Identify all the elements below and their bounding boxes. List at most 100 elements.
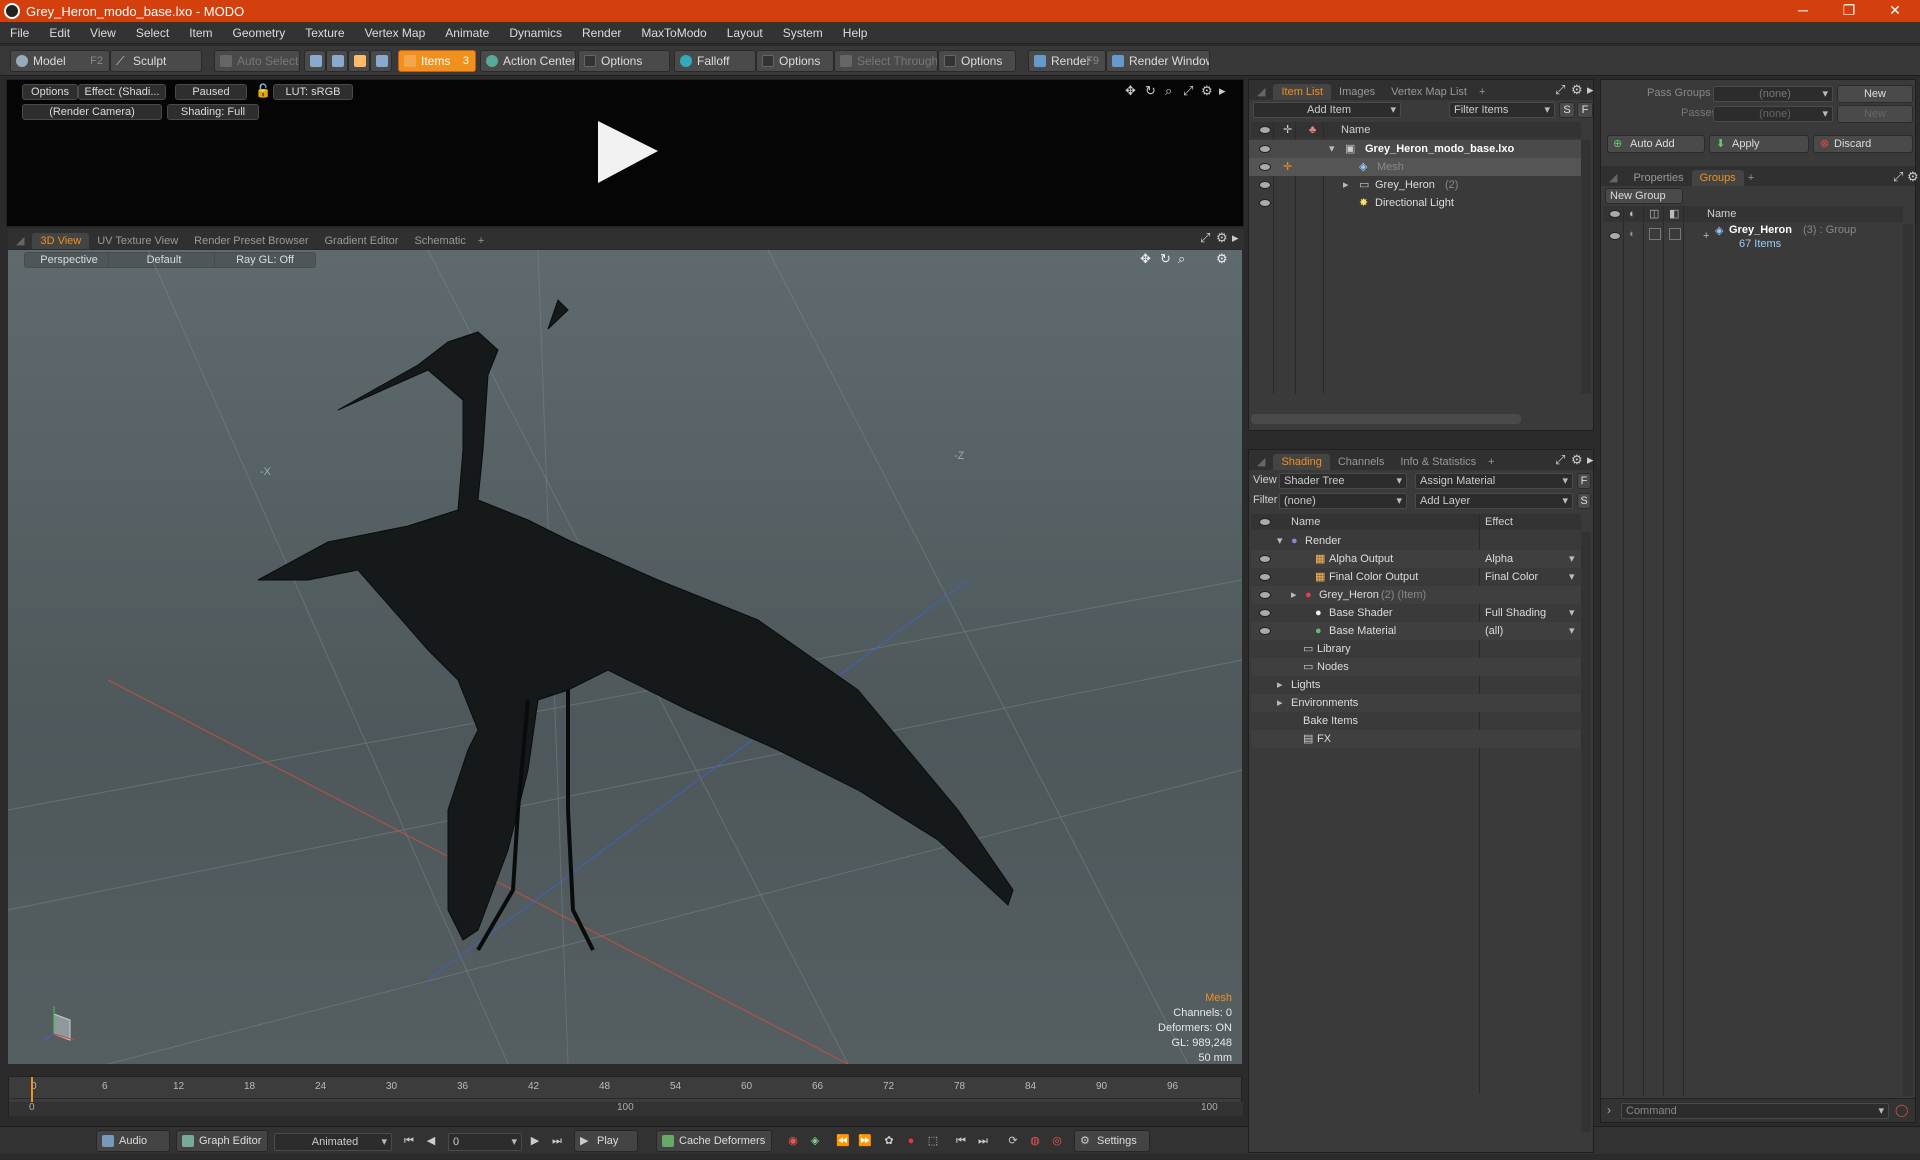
item-row-grey-heron[interactable]: ▸ ▭ Grey_Heron (2) (1249, 176, 1581, 194)
tab-shading[interactable]: Shading (1273, 454, 1330, 470)
item-row-scene[interactable]: ▾ ▣ Grey_Heron_modo_base.lxo (1249, 140, 1581, 158)
settings-button[interactable]: ⚙ Settings (1074, 1130, 1150, 1152)
timeline[interactable]: 0 6 12 18 24 30 36 42 48 54 60 66 72 78 84 90 96 0 100 1… (8, 1076, 1243, 1116)
prev-key-icon[interactable]: ◀ (424, 1134, 438, 1148)
command-input[interactable]: Command (1621, 1103, 1889, 1119)
menu-layout[interactable]: Layout (717, 26, 773, 40)
eye-icon[interactable] (1259, 627, 1271, 635)
shader-row[interactable]: Bake Items (1251, 712, 1581, 730)
select-options-button[interactable]: Options (938, 50, 1016, 72)
expand-panel-icon[interactable]: ⤢ (1200, 231, 1210, 245)
expand-plus-icon[interactable]: + (1703, 230, 1709, 242)
new-pass-group-button[interactable]: New (1837, 85, 1913, 103)
select-checkbox[interactable] (1669, 228, 1681, 240)
shader-row[interactable]: ● Base Material (all) ▾ (1251, 622, 1581, 640)
panel-gear-icon[interactable]: ⚙ (1571, 83, 1583, 97)
filter-s-button[interactable]: S (1559, 102, 1575, 118)
eye-icon[interactable] (1259, 609, 1271, 617)
shader-row[interactable]: ▭ Nodes (1251, 658, 1581, 676)
filter-dropdown[interactable]: (none) (1279, 493, 1407, 509)
eye-icon[interactable] (1259, 555, 1271, 563)
effect-dropdown-arrow-icon[interactable]: ▾ (1569, 604, 1575, 622)
shader-row[interactable]: ▸ ● Grey_Heron (2) (Item) (1251, 586, 1581, 604)
lock-checkbox[interactable] (1649, 228, 1661, 240)
add-tab-button[interactable]: + (474, 233, 488, 249)
action-center-button[interactable]: Action Center (480, 50, 576, 72)
item-row-mesh[interactable]: ✛ ◈ Mesh (1249, 158, 1581, 176)
eye-icon[interactable] (1259, 145, 1271, 153)
shader-row[interactable]: ▦ Final Color Output Final Color ▾ (1251, 568, 1581, 586)
eye-icon[interactable] (1259, 181, 1271, 189)
auto-add-button[interactable]: ⊕ Auto Add (1607, 135, 1705, 153)
shading-scrollbar[interactable] (1581, 532, 1591, 1132)
menu-help[interactable]: Help (833, 26, 878, 40)
step-back-icon[interactable]: ⏪ (836, 1134, 850, 1148)
command-status-icon[interactable]: ◯ (1895, 1103, 1908, 1117)
panel-grip-icon[interactable]: ◢ (1601, 169, 1625, 186)
expand-arrow-icon[interactable]: ▸ (1343, 176, 1349, 194)
playhead[interactable] (31, 1077, 33, 1103)
maximize-button[interactable]: ❐ (1826, 0, 1872, 22)
menu-item[interactable]: Item (179, 26, 222, 40)
key-all-icon[interactable]: ⬚ (926, 1134, 940, 1148)
shader-row[interactable]: ▸ Lights (1251, 676, 1581, 694)
preview-options-button[interactable]: Options (22, 84, 78, 100)
play-button[interactable]: ▶ Play (574, 1130, 638, 1152)
render-toggle-icon[interactable]: ◐ (1629, 228, 1636, 240)
cache-deformers-button[interactable]: Cache Deformers (656, 1130, 772, 1152)
effect-dropdown-arrow-icon[interactable]: ▾ (1569, 622, 1575, 640)
filter-s-button[interactable]: S (1577, 493, 1591, 509)
new-group-button[interactable]: New Group (1605, 188, 1683, 204)
apply-button[interactable]: ⬇ Apply (1709, 135, 1809, 153)
assign-material-field[interactable]: Assign Material (1415, 473, 1573, 489)
prev-keyframe-icon[interactable]: ⏮ (954, 1134, 968, 1148)
render-window-button[interactable]: Render Window (1106, 50, 1210, 72)
rotate-view-icon[interactable]: ↻ (1145, 84, 1156, 98)
filter-f-button[interactable]: F (1577, 102, 1593, 118)
menu-view[interactable]: View (80, 26, 126, 40)
eye-icon[interactable] (1609, 232, 1621, 240)
tab-schematic[interactable]: Schematic (406, 233, 473, 249)
falloff-options-button[interactable]: Options (756, 50, 834, 72)
go-end-icon[interactable]: ⏭ (550, 1134, 564, 1148)
item-list-scrollbar[interactable] (1581, 140, 1591, 394)
auto-select-button[interactable]: Auto Select (214, 50, 300, 72)
tab-item-list[interactable]: Item List (1273, 84, 1332, 100)
shader-row[interactable]: ▦ Alpha Output Alpha ▾ (1251, 550, 1581, 568)
groups-scrollbar[interactable] (1903, 224, 1913, 1096)
add-layer-dropdown[interactable]: Add Layer (1415, 493, 1573, 509)
expand-arrow-icon[interactable]: ▾ (1277, 532, 1283, 550)
menu-system[interactable]: System (773, 26, 833, 40)
tab-channels[interactable]: Channels (1330, 454, 1392, 470)
lut-dropdown[interactable]: LUT: sRGB (273, 84, 353, 100)
shader-row[interactable]: ● Base Shader Full Shading ▾ (1251, 604, 1581, 622)
eye-icon[interactable] (1259, 199, 1271, 207)
render-button[interactable]: Render F9 (1028, 50, 1106, 72)
shader-row[interactable]: ▸ Environments (1251, 694, 1581, 712)
shader-row[interactable]: ▤ FX (1251, 730, 1581, 748)
materials-mode-button[interactable] (370, 50, 392, 72)
expand-panel-icon[interactable]: ⤢ (1893, 170, 1903, 184)
panel-grip-icon[interactable]: ◢ (1249, 83, 1273, 100)
action-center-options-button[interactable]: Options (578, 50, 670, 72)
eye-icon[interactable] (1259, 163, 1271, 171)
passes-dropdown[interactable]: (none) (1713, 106, 1833, 122)
panel-grip-icon[interactable]: ◢ (1249, 453, 1273, 470)
preview-effect-dropdown[interactable]: Effect: (Shadi... (78, 84, 166, 100)
menu-edit[interactable]: Edit (39, 26, 80, 40)
auto-key-icon[interactable]: ◉ (786, 1134, 800, 1148)
view-dropdown[interactable]: Shader Tree (1279, 473, 1407, 489)
shading-mode-dropdown[interactable]: Shading: Full (167, 104, 259, 120)
minimize-button[interactable]: ─ (1780, 0, 1826, 22)
animated-dropdown[interactable]: Animated (274, 1133, 392, 1151)
menu-render[interactable]: Render (572, 26, 631, 40)
model-mode-button[interactable]: Model F2 (10, 50, 110, 72)
expand-arrow-icon[interactable]: ▸ (1277, 676, 1283, 694)
tab-uv-texture-view[interactable]: UV Texture View (89, 233, 186, 249)
mute-icon[interactable]: ◎ (1050, 1134, 1064, 1148)
panel-gear-icon[interactable]: ⚙ (1571, 453, 1583, 467)
add-tab-button[interactable]: + (1484, 454, 1498, 470)
sculpt-mode-button[interactable]: ⟋ Sculpt (110, 50, 202, 72)
collapse-arrow-icon[interactable]: ▾ (1329, 140, 1335, 158)
sync-icon[interactable]: ◍ (1028, 1134, 1042, 1148)
